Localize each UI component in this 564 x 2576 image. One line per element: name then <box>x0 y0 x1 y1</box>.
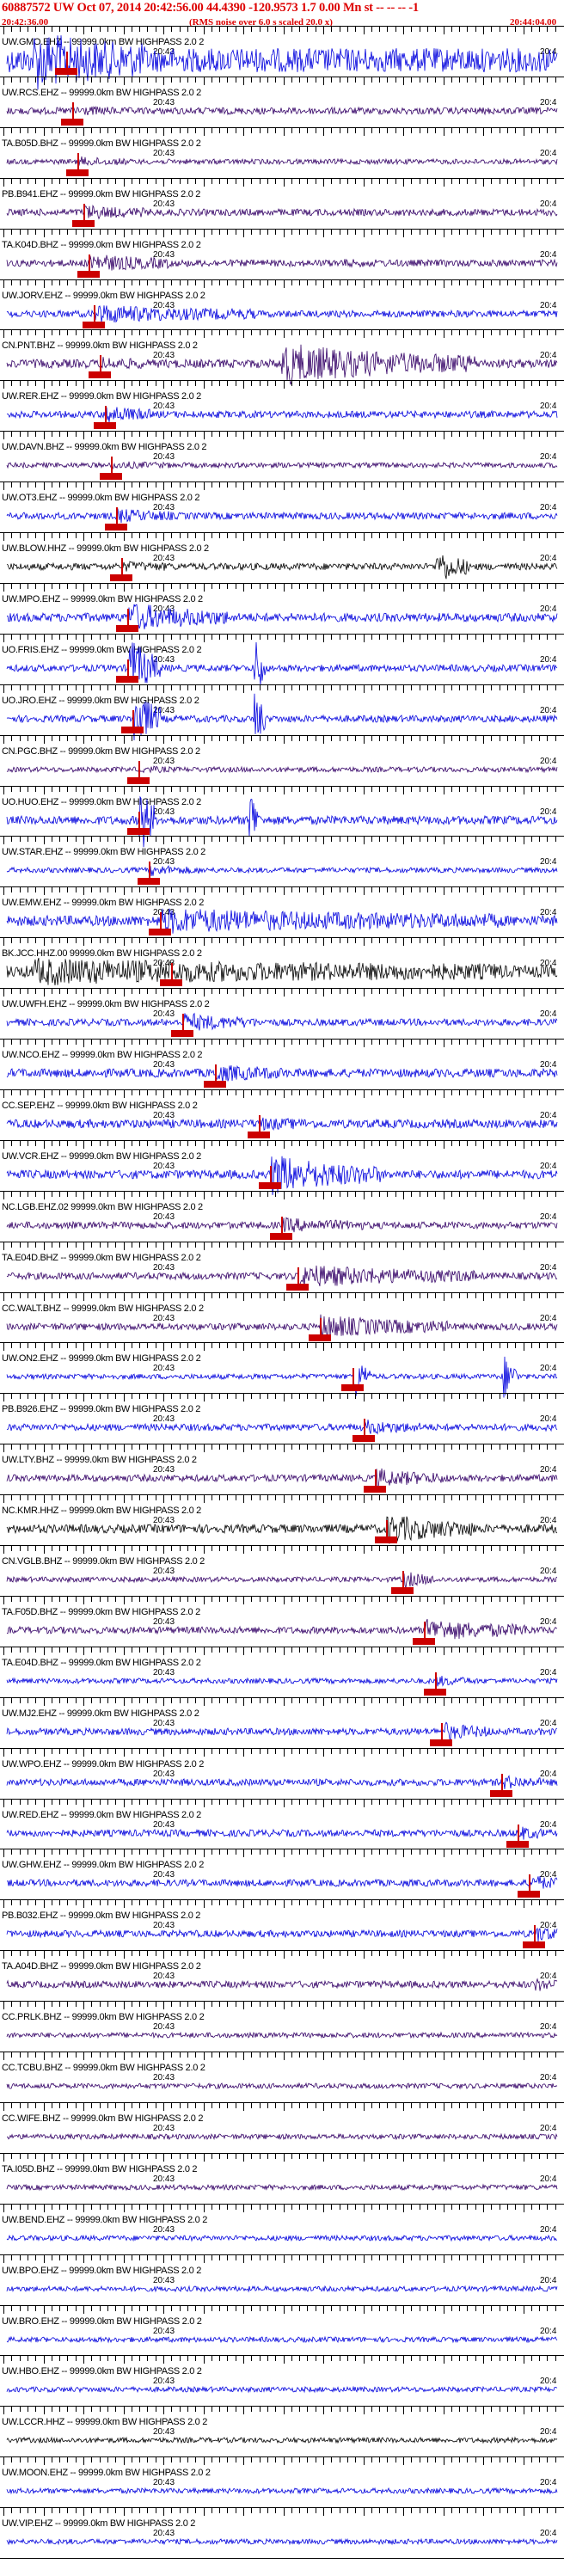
arrival-pick-line <box>181 1014 184 1035</box>
arrival-pick-line <box>435 1671 438 1693</box>
waveform-line <box>6 1572 558 1588</box>
arrival-pick-line <box>138 760 140 782</box>
waveform-line <box>6 1156 558 1195</box>
arrival-pick-line <box>66 52 69 72</box>
waveform-line <box>6 1978 558 1991</box>
arrival-pick-line <box>94 304 96 326</box>
waveform-line <box>6 1012 558 1031</box>
arrival-pick-line <box>352 1368 355 1389</box>
arrival-pick-line <box>121 558 124 579</box>
waveform <box>6 2537 558 2546</box>
arrival-pick-line <box>126 608 129 629</box>
arrival-pick-line <box>110 457 113 478</box>
waveform-line <box>6 2335 558 2343</box>
waveform-line <box>7 2132 558 2141</box>
arrival-pick-line <box>297 1267 300 1288</box>
waveform-line <box>6 2082 558 2090</box>
waveform-line <box>6 1516 558 1544</box>
seismogram-plot: UW.GMO.EHZ -- 99999.0km BW HIGHPASS 2.0 … <box>0 26 564 2561</box>
arrival-pick-line <box>529 1874 530 1896</box>
arrival-pick-line <box>132 709 135 731</box>
waveform-line <box>6 1675 558 1687</box>
arrival-pick-line <box>105 406 107 427</box>
arrival-pick-line <box>77 152 80 174</box>
arrival-pick-line <box>99 355 101 377</box>
waveform-line <box>6 958 558 986</box>
arrival-pick-line <box>440 1722 443 1744</box>
arrival-pick-line <box>160 912 162 934</box>
waveform-line <box>6 156 558 166</box>
waveform-line <box>6 1774 558 1789</box>
waveform-line <box>6 1117 558 1132</box>
arrival-pick-line <box>424 1621 426 1642</box>
waveform-line <box>6 2386 558 2394</box>
event-title: 60887572 UW Oct 07, 2014 20:42:56.00 44.… <box>2 1 419 15</box>
arrival-pick-line <box>319 1317 322 1339</box>
waveform-line <box>6 693 558 740</box>
waveform-line <box>6 2183 558 2192</box>
arrival-pick-line <box>259 1114 261 1136</box>
waveform-line <box>6 1265 558 1288</box>
waveform-line <box>6 1469 558 1489</box>
waveform-line <box>6 2537 558 2546</box>
waveform-line <box>6 461 558 470</box>
waveform-line <box>6 507 558 524</box>
waveform-line <box>6 555 558 580</box>
waveform-line <box>6 2285 558 2293</box>
arrival-pick-line <box>83 203 85 224</box>
waveform-line <box>6 908 558 935</box>
waveform-line <box>7 1876 558 1894</box>
waveform-line <box>6 1826 558 1840</box>
arrival-pick-line <box>518 1824 520 1845</box>
arrival-pick-line <box>89 254 90 275</box>
waveform-line <box>6 2436 558 2444</box>
waveform-line <box>6 2234 558 2242</box>
arrival-pick-line <box>138 811 140 832</box>
waveform-line <box>6 1357 558 1398</box>
arrival-pick-line <box>71 101 74 123</box>
waveform-line <box>6 204 558 220</box>
waveform-line <box>6 865 558 877</box>
waveform-line <box>6 1927 558 1942</box>
waveform-line <box>6 304 558 322</box>
waveform-line <box>6 1314 558 1339</box>
arrival-pick-line <box>534 1925 536 1947</box>
waveform-line <box>6 2031 558 2039</box>
waveform-line <box>6 345 558 385</box>
arrival-pick-line <box>116 507 118 529</box>
arrival-pick-line <box>270 1165 273 1187</box>
arrival-pick-line <box>364 1419 365 1440</box>
arrival-pick-line <box>171 963 173 984</box>
waveform-line <box>6 1721 558 1740</box>
arrival-pick-line <box>374 1469 377 1491</box>
waveform-line <box>6 2487 558 2495</box>
waveform-line <box>6 604 558 631</box>
arrival-pick-line <box>402 1571 404 1592</box>
arrival-pick-line <box>501 1773 503 1794</box>
arrival-pick-line <box>215 1064 218 1085</box>
arrival-pick-line <box>126 659 129 680</box>
waveform-line <box>6 1420 558 1435</box>
arrival-pick-line <box>281 1216 283 1237</box>
waveform-line <box>6 641 558 685</box>
row-separator <box>0 2558 564 2559</box>
waveform-line <box>6 1618 558 1640</box>
arrival-pick-line <box>385 1520 388 1542</box>
waveform-line <box>6 764 558 774</box>
waveform-line <box>6 105 558 116</box>
waveform-line <box>6 407 558 423</box>
arrival-pick-line <box>149 862 151 883</box>
waveform-line <box>6 1064 558 1083</box>
